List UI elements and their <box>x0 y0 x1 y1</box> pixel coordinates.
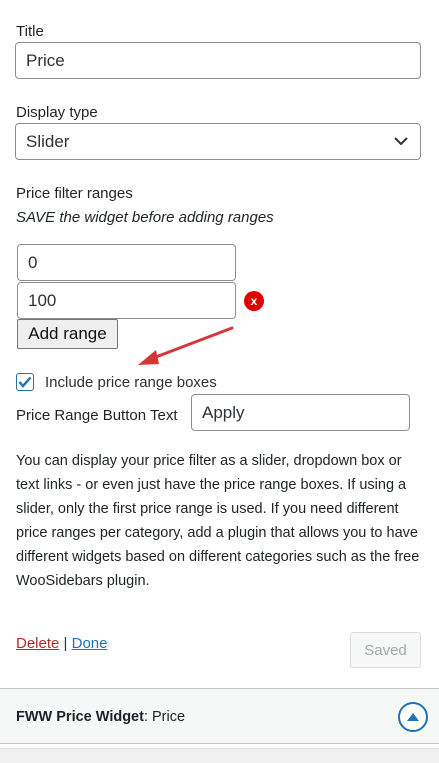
chevron-down-icon <box>394 137 408 146</box>
next-widget-edge <box>0 748 439 763</box>
button-text-input[interactable]: Apply <box>191 394 410 431</box>
widget-collapse-toggle[interactable] <box>398 702 428 732</box>
display-type-select[interactable]: Slider <box>15 123 421 160</box>
display-type-value: Slider <box>26 131 70 151</box>
actions-separator: | <box>63 635 68 652</box>
widget-description: You can display your price filter as a s… <box>16 453 420 589</box>
ranges-label: Price filter ranges <box>16 185 133 202</box>
widget-name: FWW Price Widget <box>16 709 144 725</box>
title-input[interactable]: Price <box>15 42 421 79</box>
display-type-label: Display type <box>16 104 98 121</box>
title-label: Title <box>16 23 44 40</box>
widget-title: FWW Price Widget: Price <box>16 709 185 725</box>
widget-actions: Delete | Done <box>16 635 107 652</box>
add-range-button[interactable]: Add range <box>17 319 118 349</box>
title-input-value: Price <box>26 50 65 70</box>
checkmark-icon <box>18 376 32 388</box>
ranges-note: SAVE the widget before adding ranges <box>16 209 274 226</box>
delete-link[interactable]: Delete <box>16 635 59 652</box>
range-input-from[interactable]: 0 <box>17 244 236 281</box>
range-input-from-value: 0 <box>28 252 38 272</box>
remove-range-button[interactable]: x <box>244 291 264 311</box>
saved-button[interactable]: Saved <box>350 632 421 668</box>
include-boxes-label: Include price range boxes <box>45 374 217 391</box>
annotation-arrow-icon <box>138 326 234 365</box>
range-input-to[interactable]: 100 <box>17 282 236 319</box>
range-input-to-value: 100 <box>28 290 57 310</box>
button-text-label: Price Range Button Text <box>16 407 178 424</box>
done-link[interactable]: Done <box>72 635 108 652</box>
button-text-input-value: Apply <box>202 402 245 422</box>
widget-title-suffix: : Price <box>143 709 186 725</box>
include-boxes-checkbox[interactable] <box>16 373 34 391</box>
triangle-up-icon <box>407 713 419 721</box>
